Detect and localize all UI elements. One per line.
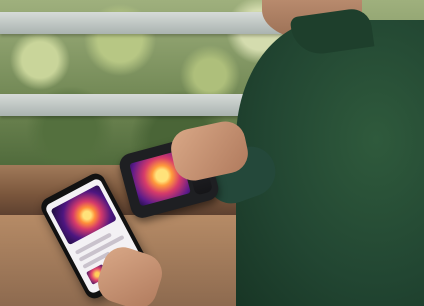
photo-scene [0,0,424,306]
